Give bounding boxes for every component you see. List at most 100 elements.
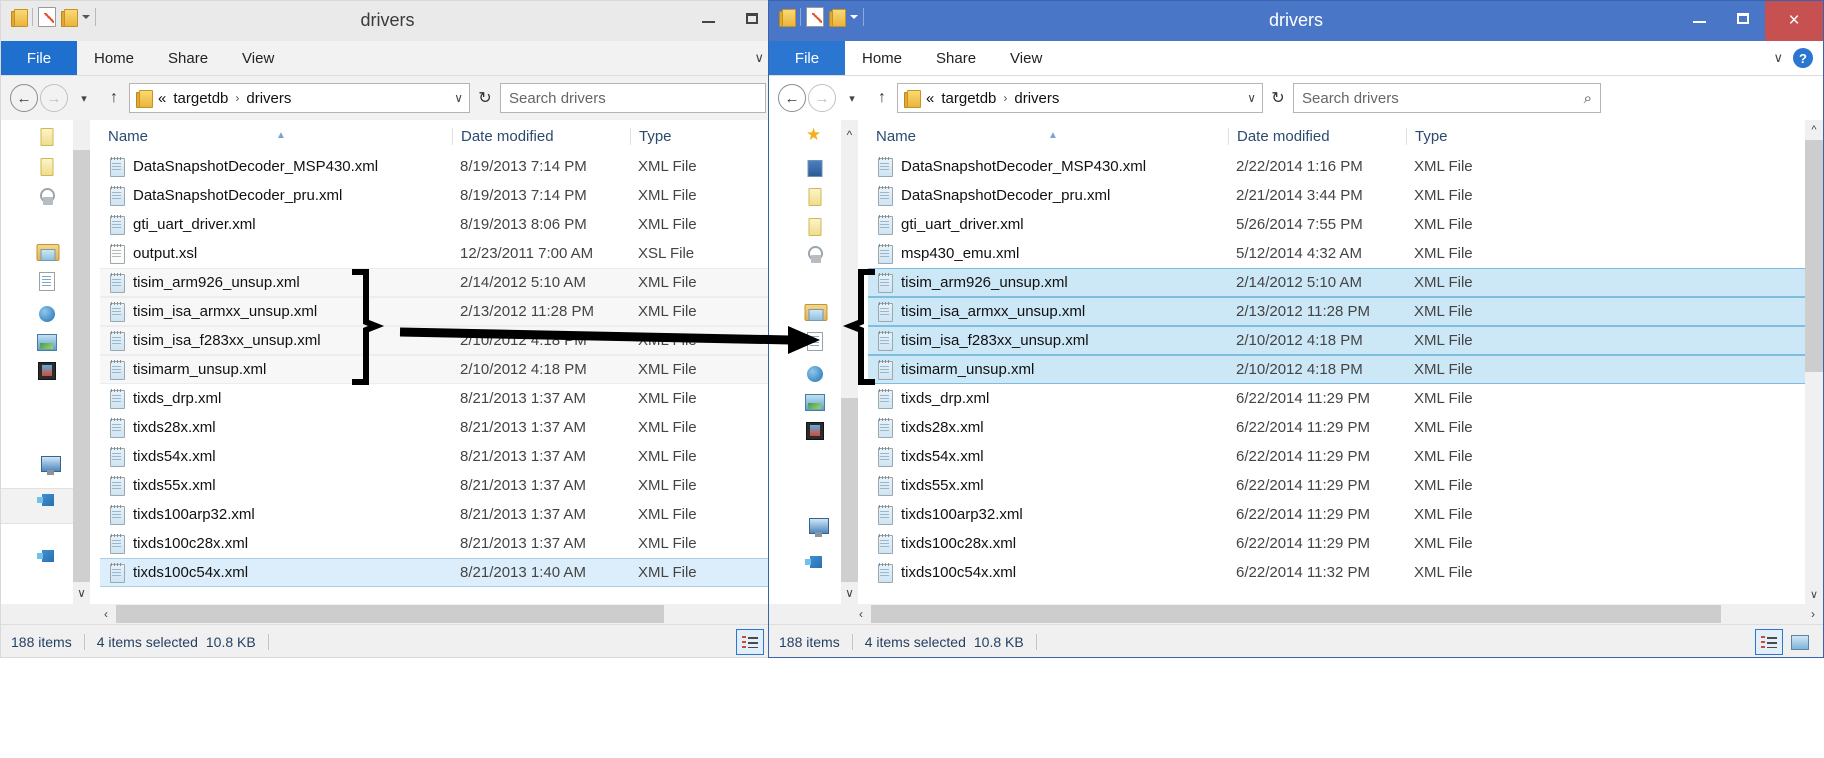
file-list-left[interactable]: ▲ Name Date modified Type DataSnapshotDe… bbox=[100, 120, 774, 604]
table-row[interactable]: DataSnapshotDecoder_MSP430.xml 8/19/2013 … bbox=[100, 152, 774, 181]
table-row[interactable]: tixds_drp.xml 8/21/2013 1:37 AM XML File bbox=[100, 384, 774, 413]
explorer-window-right[interactable]: drivers × File Home Share View ∨ ? ← → ▾… bbox=[768, 0, 1824, 658]
back-button-left[interactable]: ← bbox=[9, 83, 39, 113]
up-button-right[interactable]: ↑ bbox=[867, 83, 897, 113]
file-list-right[interactable]: ▲ Name Date modified Type DataSnapshotDe… bbox=[868, 120, 1805, 604]
column-header-date-left[interactable]: Date modified bbox=[452, 127, 630, 145]
table-row[interactable]: tixds54x.xml 6/22/2014 11:29 PM XML File bbox=[868, 442, 1805, 471]
table-row[interactable]: tisim_arm926_unsup.xml 2/14/2012 5:10 AM X… bbox=[100, 268, 774, 297]
minimize-button-right[interactable] bbox=[1677, 1, 1721, 35]
column-headers-left[interactable]: ▲ Name Date modified Type bbox=[100, 120, 774, 152]
recent-locations-caret-icon-right[interactable]: ▾ bbox=[837, 83, 867, 113]
table-row[interactable]: DataSnapshotDecoder_pru.xml 8/19/2013 7:1… bbox=[100, 181, 774, 210]
details-view-icon-left[interactable] bbox=[736, 629, 764, 655]
libraries-icon-left[interactable] bbox=[36, 242, 60, 261]
nav-scroll-up-icon-right[interactable]: ^ bbox=[841, 120, 858, 150]
table-row[interactable]: tisimarm_unsup.xml 2/10/2012 4:18 PM XML F… bbox=[868, 355, 1805, 384]
this-pc-icon-right[interactable] bbox=[803, 518, 829, 538]
title-bar-right[interactable]: drivers × bbox=[769, 1, 1823, 41]
table-row[interactable]: tisimarm_unsup.xml 2/10/2012 4:18 PM XML F… bbox=[100, 355, 774, 384]
table-row[interactable]: tisim_isa_armxx_unsup.xml 2/13/2012 11:28… bbox=[100, 297, 774, 326]
ribbon-tabs-right[interactable]: File Home Share View ∨ ? bbox=[769, 41, 1823, 76]
tab-file-right[interactable]: File bbox=[769, 41, 845, 75]
nav-pane-scrollbar-left[interactable]: ^ ∨ bbox=[73, 120, 90, 604]
tab-home-left[interactable]: Home bbox=[77, 41, 151, 75]
expand-ribbon-caret-icon[interactable]: ∨ bbox=[1773, 50, 1783, 66]
vscroll-down-icon-right[interactable]: ∨ bbox=[1805, 584, 1823, 604]
recent-folder-icon-right[interactable] bbox=[808, 218, 822, 236]
refresh-button-left[interactable]: ↻ bbox=[470, 84, 500, 112]
libraries-icon-right[interactable] bbox=[804, 302, 828, 321]
window-controls-left[interactable] bbox=[686, 1, 774, 41]
nav-scroll-down-icon-left[interactable]: ∨ bbox=[73, 582, 90, 604]
tab-file-left[interactable]: File bbox=[1, 41, 77, 75]
nav-scroll-thumb-right[interactable] bbox=[841, 150, 858, 398]
column-header-name-left[interactable]: ▲ Name bbox=[100, 128, 452, 145]
network-icon-right[interactable] bbox=[805, 556, 825, 575]
table-row[interactable]: tixds28x.xml 6/22/2014 11:29 PM XML File bbox=[868, 413, 1805, 442]
minimize-button-left[interactable] bbox=[686, 1, 730, 35]
search-input-right[interactable]: Search drivers ⌕ bbox=[1293, 83, 1601, 113]
breadcrumb-item-targetdb-right[interactable]: targetdb bbox=[941, 90, 996, 107]
table-row[interactable]: tixds100arp32.xml 8/21/2013 1:37 AM XML Fi… bbox=[100, 500, 774, 529]
window-controls-right[interactable]: × bbox=[1677, 1, 1823, 41]
search-input-left[interactable]: Search drivers bbox=[500, 83, 766, 113]
back-button-right[interactable]: ← bbox=[777, 83, 807, 113]
nav-pane-scrollbar-right[interactable]: ^ ∨ bbox=[841, 120, 858, 604]
ribbon-tabs-left[interactable]: File Home Share View ∨ bbox=[1, 41, 774, 76]
horizontal-scrollbar-right[interactable]: ‹ › bbox=[769, 604, 1823, 624]
table-row[interactable]: tisim_isa_f283xx_unsup.xml 2/10/2012 4:18… bbox=[868, 326, 1805, 355]
column-header-type-left[interactable]: Type bbox=[630, 127, 760, 145]
column-headers-right[interactable]: ▲ Name Date modified Type bbox=[868, 120, 1805, 152]
list-vertical-scrollbar-right[interactable]: ^ ∨ bbox=[1805, 120, 1823, 604]
nav-scroll-thumb-left[interactable] bbox=[73, 120, 90, 150]
details-view-icon-right[interactable] bbox=[1755, 629, 1783, 655]
table-row[interactable]: tixds100c54x.xml 6/22/2014 11:32 PM XML Fi… bbox=[868, 558, 1805, 587]
forward-button-right[interactable]: → bbox=[807, 83, 837, 113]
forward-button-left[interactable]: → bbox=[39, 83, 69, 113]
recent-locations-caret-icon-left[interactable]: ▾ bbox=[69, 83, 99, 113]
column-header-type-right[interactable]: Type bbox=[1406, 127, 1546, 145]
recent-places-icon-right[interactable] bbox=[807, 246, 823, 263]
breadcrumb-dropdown-caret-icon-right[interactable]: ∨ bbox=[1247, 91, 1256, 105]
favorites-star-icon-right[interactable]: ★ bbox=[806, 126, 824, 143]
desktop-icon-right[interactable] bbox=[807, 160, 823, 177]
vscroll-up-icon-right[interactable]: ^ bbox=[1805, 120, 1823, 140]
up-button-left[interactable]: ↑ bbox=[99, 83, 129, 113]
hscroll-track-right[interactable] bbox=[871, 605, 1803, 623]
homegroup-icon-left[interactable] bbox=[37, 408, 58, 426]
column-header-name-right[interactable]: ▲ Name bbox=[868, 128, 1228, 145]
documents-icon-right[interactable] bbox=[807, 332, 823, 351]
file-rows-right[interactable]: DataSnapshotDecoder_MSP430.xml 2/22/2014 … bbox=[868, 152, 1805, 587]
expand-ribbon-caret-icon[interactable]: ∨ bbox=[754, 50, 764, 66]
table-row[interactable]: tixds55x.xml 6/22/2014 11:29 PM XML File bbox=[868, 471, 1805, 500]
refresh-button-right[interactable]: ↻ bbox=[1263, 84, 1293, 112]
address-bar-right[interactable]: ← → ▾ ↑ « targetdb › drivers ∨ ↻ Search … bbox=[769, 76, 1823, 120]
pictures-icon-right[interactable] bbox=[805, 394, 825, 411]
documents-icon-left[interactable] bbox=[39, 272, 55, 291]
music-icon-right[interactable] bbox=[807, 366, 823, 382]
view-buttons-right[interactable] bbox=[1755, 629, 1813, 655]
nav-splitter-right[interactable] bbox=[858, 120, 868, 604]
breadcrumb-left[interactable]: « targetdb › drivers ∨ bbox=[129, 83, 470, 113]
network-icon-left[interactable] bbox=[37, 494, 57, 513]
tab-share-right[interactable]: Share bbox=[919, 41, 993, 75]
nav-scroll-down-icon-right[interactable]: ∨ bbox=[841, 582, 858, 604]
navigation-pane-left[interactable] bbox=[1, 120, 73, 604]
videos-icon-right[interactable] bbox=[806, 422, 824, 440]
ribbon-right-right[interactable]: ∨ ? bbox=[1773, 41, 1813, 75]
breadcrumb-right[interactable]: « targetdb › drivers ∨ bbox=[897, 83, 1263, 113]
thumbnail-view-icon-right[interactable] bbox=[1787, 630, 1813, 654]
table-row[interactable]: tixds55x.xml 8/21/2013 1:37 AM XML File bbox=[100, 471, 774, 500]
navigation-pane-right[interactable]: ★ bbox=[769, 120, 841, 604]
maximize-button-right[interactable] bbox=[1721, 1, 1765, 35]
table-row[interactable]: tixds54x.xml 8/21/2013 1:37 AM XML File bbox=[100, 442, 774, 471]
help-icon[interactable]: ? bbox=[1793, 48, 1813, 68]
pictures-icon-left[interactable] bbox=[37, 334, 57, 351]
videos-icon-left[interactable] bbox=[38, 362, 56, 380]
table-row[interactable]: DataSnapshotDecoder_pru.xml 2/21/2014 3:4… bbox=[868, 181, 1805, 210]
tab-view-left[interactable]: View bbox=[225, 41, 291, 75]
table-row[interactable]: msp430_emu.xml 5/12/2014 4:32 AM XML File bbox=[868, 239, 1805, 268]
table-row[interactable]: tisim_isa_f283xx_unsup.xml 2/10/2012 4:18… bbox=[100, 326, 774, 355]
ribbon-right-left[interactable]: ∨ bbox=[754, 41, 764, 75]
